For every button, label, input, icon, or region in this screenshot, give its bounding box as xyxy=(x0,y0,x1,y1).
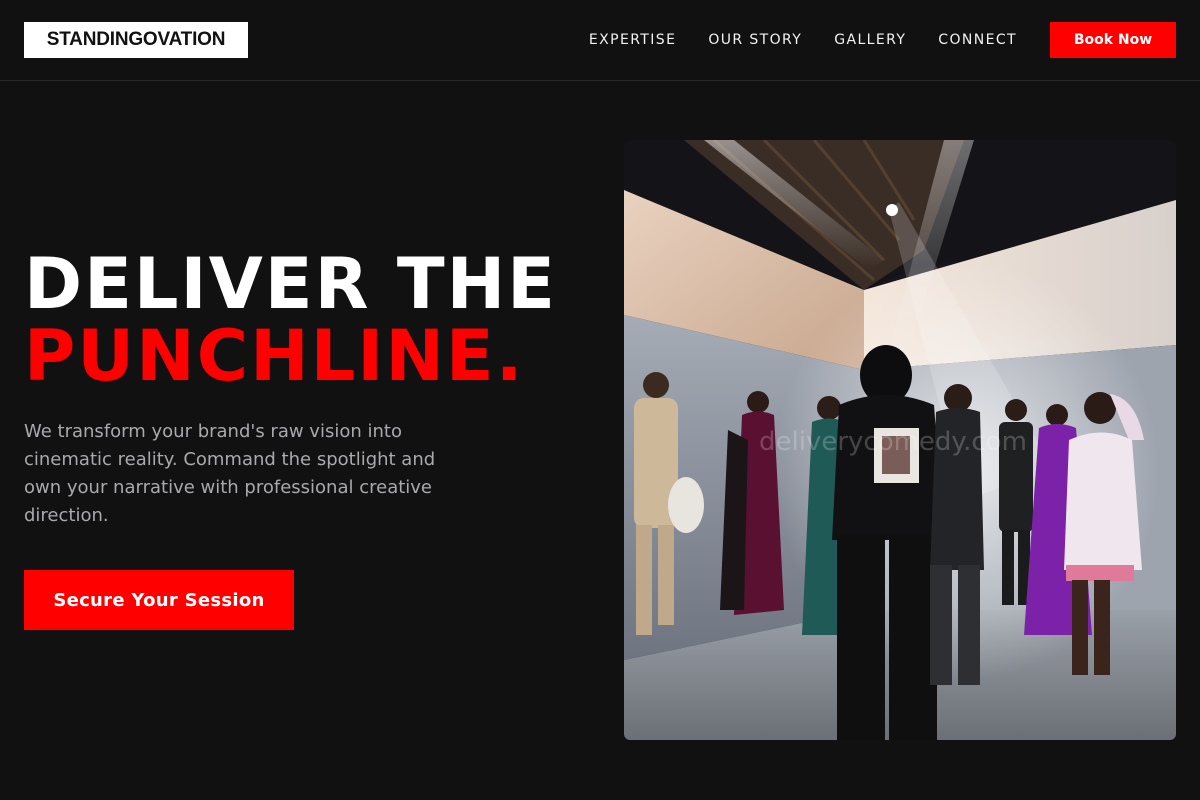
image-watermark: deliverycomedy.com xyxy=(759,427,1027,457)
main-nav: EXPERTISE OUR STORY GALLERY CONNECT xyxy=(589,31,1017,49)
secure-session-button[interactable]: Secure Your Session xyxy=(24,570,294,630)
hero-title-line-2: PUNCHLINE. xyxy=(24,315,525,397)
nav-link-gallery[interactable]: GALLERY xyxy=(834,31,906,49)
hero-description: We transform your brand's raw vision int… xyxy=(24,421,436,526)
nav-link-connect[interactable]: CONNECT xyxy=(938,31,1017,49)
nav-link-expertise[interactable]: EXPERTISE xyxy=(589,31,676,49)
logo[interactable]: STANDINGOVATION xyxy=(24,22,248,58)
nav-link-our-story[interactable]: OUR STORY xyxy=(708,31,802,49)
hero-title-line-1: DELIVER THE xyxy=(24,243,557,325)
book-now-button[interactable]: Book Now xyxy=(1050,22,1176,58)
hero-image-illustration: deliverycomedy.com xyxy=(624,140,1176,740)
hero-title: DELIVER THE PUNCHLINE. xyxy=(24,248,557,392)
site-header: STANDINGOVATION EXPERTISE OUR STORY GALL… xyxy=(0,0,1200,81)
hero-image: deliverycomedy.com xyxy=(624,140,1176,740)
